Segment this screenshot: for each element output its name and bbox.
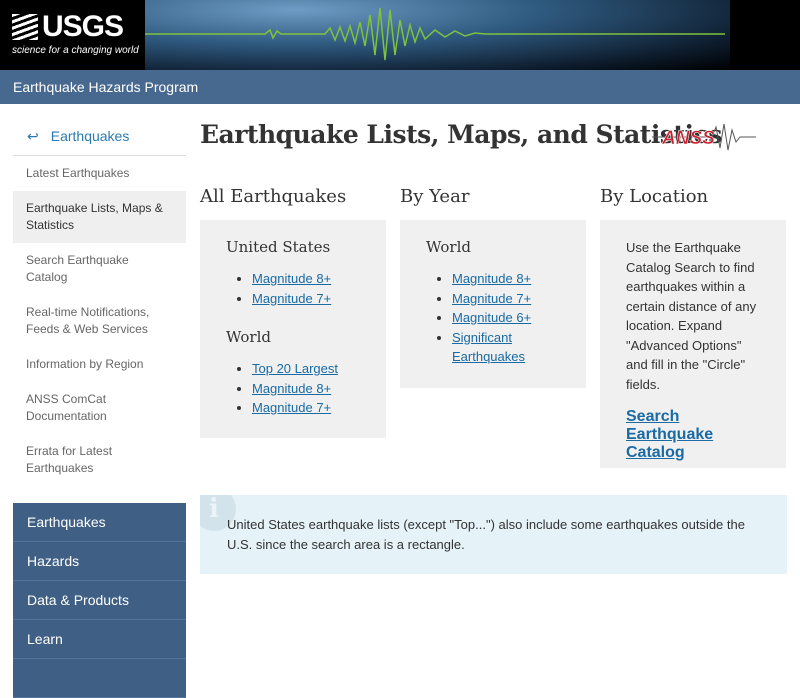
section-nav: Earthquakes Hazards Data & Products Lear… <box>13 503 186 698</box>
sidebar-item-latest[interactable]: Latest Earthquakes <box>13 156 186 191</box>
section-hazards[interactable]: Hazards <box>13 542 186 581</box>
logo-tagline: science for a changing world <box>12 45 139 56</box>
svg-text:ANSS: ANSS <box>661 128 715 149</box>
program-title[interactable]: Earthquake Hazards Program <box>13 79 198 95</box>
section-data-products[interactable]: Data & Products <box>13 581 186 620</box>
sidebar: ↩ Earthquakes Latest Earthquakes Earthqua… <box>13 117 186 698</box>
by-location-heading: By Location <box>600 186 709 207</box>
program-bar: Earthquake Hazards Program <box>0 70 800 104</box>
search-catalog-link[interactable]: Search Earthquake Catalog <box>626 408 760 462</box>
section-earthquakes[interactable]: Earthquakes <box>13 503 186 542</box>
year-mag8-link[interactable]: Magnitude 8+ <box>452 271 531 286</box>
anss-logo: ANSS <box>652 123 756 151</box>
logo-text: USGS <box>42 10 124 43</box>
by-location-column: By Location Use the Earthquake Catalog S… <box>600 186 786 468</box>
us-mag8-link[interactable]: Magnitude 8+ <box>252 271 331 286</box>
us-mag7-link[interactable]: Magnitude 7+ <box>252 291 331 306</box>
top20-link[interactable]: Top 20 Largest <box>252 361 338 376</box>
all-earthquakes-heading: All Earthquakes <box>200 186 347 207</box>
world-mag8-link[interactable]: Magnitude 8+ <box>252 381 331 396</box>
year-mag7-link[interactable]: Magnitude 7+ <box>452 291 531 306</box>
back-arrow-icon: ↩ <box>27 127 39 144</box>
sidebar-item-errata[interactable]: Errata for Latest Earthquakes <box>13 434 186 486</box>
world-mag7-link[interactable]: Magnitude 7+ <box>252 400 331 415</box>
sidebar-item-lists-maps[interactable]: Earthquake Lists, Maps & Statistics <box>13 191 186 243</box>
year-world-heading: World <box>426 238 471 256</box>
sidebar-item-comcat-docs[interactable]: ANSS ComCat Documentation <box>13 382 186 434</box>
world-heading: World <box>226 328 271 346</box>
sidebar-item-search-catalog[interactable]: Search Earthquake Catalog <box>13 243 186 295</box>
year-mag6-link[interactable]: Magnitude 6+ <box>452 310 531 325</box>
all-earthquakes-column: All Earthquakes United States Magnitude … <box>200 186 386 438</box>
back-label: Earthquakes <box>50 128 130 144</box>
by-year-column: By Year World Magnitude 8+ Magnitude 7+ Ma… <box>400 186 586 388</box>
sidebar-item-notifications[interactable]: Real-time Notifications, Feeds & Web Ser… <box>13 295 186 347</box>
info-note: i United States earthquake lists (except… <box>200 495 787 574</box>
site-header: USGS science for a changing world <box>0 0 800 70</box>
sidebar-item-region[interactable]: Information by Region <box>13 347 186 382</box>
seismogram-banner <box>145 0 730 70</box>
back-to-earthquakes-link[interactable]: ↩ Earthquakes <box>13 117 186 156</box>
usgs-logo[interactable]: USGS science for a changing world <box>12 10 139 56</box>
section-learn[interactable]: Learn <box>13 620 186 659</box>
section-more[interactable] <box>13 659 186 698</box>
us-heading: United States <box>226 238 331 256</box>
page-title: Earthquake Lists, Maps, and Statistics <box>200 120 722 149</box>
by-year-heading: By Year <box>400 186 470 207</box>
location-description: Use the Earthquake Catalog Search to fin… <box>626 240 757 392</box>
year-significant-link[interactable]: Significant Earthquakes <box>452 330 525 365</box>
info-text: United States earthquake lists (except "… <box>227 517 745 552</box>
usgs-wave-icon <box>12 14 38 40</box>
